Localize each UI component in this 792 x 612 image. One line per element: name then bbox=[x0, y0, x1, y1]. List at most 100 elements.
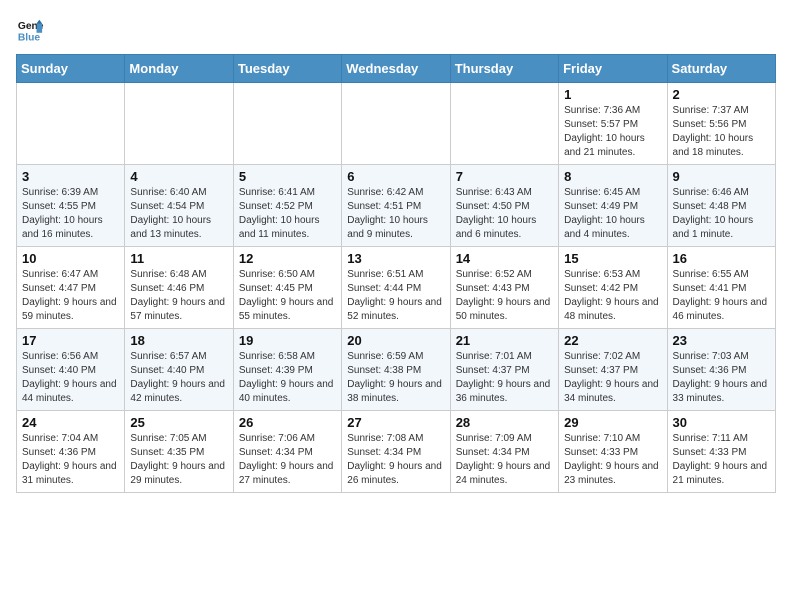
day-number: 7 bbox=[456, 169, 553, 184]
calendar-cell: 27Sunrise: 7:08 AM Sunset: 4:34 PM Dayli… bbox=[342, 411, 450, 493]
day-number: 21 bbox=[456, 333, 553, 348]
calendar-cell: 18Sunrise: 6:57 AM Sunset: 4:40 PM Dayli… bbox=[125, 329, 233, 411]
calendar-cell: 9 Sunrise: 6:46 AM Sunset: 4:48 PM Daylig… bbox=[667, 165, 775, 247]
calendar-cell bbox=[233, 83, 341, 165]
calendar-week-1: 1 Sunrise: 7:36 AM Sunset: 5:57 PM Daylig… bbox=[17, 83, 776, 165]
day-info: Sunrise: 6:45 AM Sunset: 4:49 PM Dayligh… bbox=[564, 186, 661, 242]
calendar-week-4: 17 Sunrise: 6:56 AM Sunset: 4:40 PM Dayli… bbox=[17, 329, 776, 411]
calendar-cell: 1 Sunrise: 7:36 AM Sunset: 5:57 PM Daylig… bbox=[559, 83, 667, 165]
day-number: 3 bbox=[22, 169, 119, 184]
calendar-cell: 3 Sunrise: 6:39 AM Sunset: 4:55 PM Daylig… bbox=[17, 165, 125, 247]
calendar-cell: 21Sunrise: 7:01 AM Sunset: 4:37 PM Dayli… bbox=[450, 329, 558, 411]
calendar-week-5: 24 Sunrise: 7:04 AM Sunset: 4:36 PM Dayli… bbox=[17, 411, 776, 493]
calendar-cell: 5 Sunrise: 6:41 AM Sunset: 4:52 PM Daylig… bbox=[233, 165, 341, 247]
calendar-cell bbox=[450, 83, 558, 165]
day-info: Sunrise: 7:36 AM Sunset: 5:57 PM Dayligh… bbox=[564, 104, 661, 160]
day-info: Sunrise: 6:56 AM Sunset: 4:40 PM Dayligh… bbox=[22, 350, 119, 406]
day-number: 1 bbox=[564, 87, 661, 102]
calendar-cell: 7 Sunrise: 6:43 AM Sunset: 4:50 PM Daylig… bbox=[450, 165, 558, 247]
day-info: Sunrise: 6:43 AM Sunset: 4:50 PM Dayligh… bbox=[456, 186, 553, 242]
calendar-cell: 30Sunrise: 7:11 AM Sunset: 4:33 PM Dayli… bbox=[667, 411, 775, 493]
day-number: 13 bbox=[347, 251, 444, 266]
day-number: 17 bbox=[22, 333, 119, 348]
calendar-cell: 29Sunrise: 7:10 AM Sunset: 4:33 PM Dayli… bbox=[559, 411, 667, 493]
calendar-cell: 24 Sunrise: 7:04 AM Sunset: 4:36 PM Dayli… bbox=[17, 411, 125, 493]
day-number: 11 bbox=[130, 251, 227, 266]
header-saturday: Saturday bbox=[667, 55, 775, 83]
day-info: Sunrise: 7:37 AM Sunset: 5:56 PM Dayligh… bbox=[673, 104, 770, 160]
header-thursday: Thursday bbox=[450, 55, 558, 83]
calendar-cell bbox=[342, 83, 450, 165]
day-info: Sunrise: 7:04 AM Sunset: 4:36 PM Dayligh… bbox=[22, 432, 119, 488]
day-number: 24 bbox=[22, 415, 119, 430]
day-number: 10 bbox=[22, 251, 119, 266]
day-info: Sunrise: 7:06 AM Sunset: 4:34 PM Dayligh… bbox=[239, 432, 336, 488]
calendar-cell: 25 Sunrise: 7:05 AM Sunset: 4:35 PM Dayli… bbox=[125, 411, 233, 493]
day-number: 5 bbox=[239, 169, 336, 184]
day-number: 23 bbox=[673, 333, 770, 348]
day-info: Sunrise: 6:47 AM Sunset: 4:47 PM Dayligh… bbox=[22, 268, 119, 324]
day-number: 14 bbox=[456, 251, 553, 266]
calendar-cell: 17 Sunrise: 6:56 AM Sunset: 4:40 PM Dayli… bbox=[17, 329, 125, 411]
header-sunday: Sunday bbox=[17, 55, 125, 83]
day-number: 4 bbox=[130, 169, 227, 184]
calendar-cell: 8 Sunrise: 6:45 AM Sunset: 4:49 PM Daylig… bbox=[559, 165, 667, 247]
calendar-cell bbox=[125, 83, 233, 165]
day-info: Sunrise: 6:55 AM Sunset: 4:41 PM Dayligh… bbox=[673, 268, 770, 324]
day-info: Sunrise: 6:40 AM Sunset: 4:54 PM Dayligh… bbox=[130, 186, 227, 242]
calendar-cell: 13Sunrise: 6:51 AM Sunset: 4:44 PM Dayli… bbox=[342, 247, 450, 329]
day-number: 6 bbox=[347, 169, 444, 184]
day-info: Sunrise: 6:58 AM Sunset: 4:39 PM Dayligh… bbox=[239, 350, 336, 406]
day-info: Sunrise: 6:50 AM Sunset: 4:45 PM Dayligh… bbox=[239, 268, 336, 324]
calendar-cell: 6 Sunrise: 6:42 AM Sunset: 4:51 PM Daylig… bbox=[342, 165, 450, 247]
day-number: 26 bbox=[239, 415, 336, 430]
day-info: Sunrise: 6:41 AM Sunset: 4:52 PM Dayligh… bbox=[239, 186, 336, 242]
day-info: Sunrise: 6:48 AM Sunset: 4:46 PM Dayligh… bbox=[130, 268, 227, 324]
day-info: Sunrise: 7:05 AM Sunset: 4:35 PM Dayligh… bbox=[130, 432, 227, 488]
day-number: 16 bbox=[673, 251, 770, 266]
logo-icon: General Blue bbox=[16, 16, 44, 44]
calendar-cell bbox=[17, 83, 125, 165]
day-info: Sunrise: 6:46 AM Sunset: 4:48 PM Dayligh… bbox=[673, 186, 770, 242]
day-number: 22 bbox=[564, 333, 661, 348]
calendar-cell: 14Sunrise: 6:52 AM Sunset: 4:43 PM Dayli… bbox=[450, 247, 558, 329]
calendar-week-3: 10 Sunrise: 6:47 AM Sunset: 4:47 PM Dayli… bbox=[17, 247, 776, 329]
day-info: Sunrise: 7:10 AM Sunset: 4:33 PM Dayligh… bbox=[564, 432, 661, 488]
calendar: SundayMondayTuesdayWednesdayThursdayFrid… bbox=[16, 54, 776, 493]
day-info: Sunrise: 6:57 AM Sunset: 4:40 PM Dayligh… bbox=[130, 350, 227, 406]
calendar-cell: 26 Sunrise: 7:06 AM Sunset: 4:34 PM Dayli… bbox=[233, 411, 341, 493]
day-number: 19 bbox=[239, 333, 336, 348]
calendar-cell: 12 Sunrise: 6:50 AM Sunset: 4:45 PM Dayli… bbox=[233, 247, 341, 329]
day-number: 20 bbox=[347, 333, 444, 348]
calendar-header-row: SundayMondayTuesdayWednesdayThursdayFrid… bbox=[17, 55, 776, 83]
day-number: 8 bbox=[564, 169, 661, 184]
day-number: 28 bbox=[456, 415, 553, 430]
calendar-cell: 23 Sunrise: 7:03 AM Sunset: 4:36 PM Dayli… bbox=[667, 329, 775, 411]
calendar-cell: 11 Sunrise: 6:48 AM Sunset: 4:46 PM Dayli… bbox=[125, 247, 233, 329]
day-info: Sunrise: 6:42 AM Sunset: 4:51 PM Dayligh… bbox=[347, 186, 444, 242]
day-number: 12 bbox=[239, 251, 336, 266]
calendar-week-2: 3 Sunrise: 6:39 AM Sunset: 4:55 PM Daylig… bbox=[17, 165, 776, 247]
day-info: Sunrise: 6:39 AM Sunset: 4:55 PM Dayligh… bbox=[22, 186, 119, 242]
calendar-cell: 10 Sunrise: 6:47 AM Sunset: 4:47 PM Dayli… bbox=[17, 247, 125, 329]
header-monday: Monday bbox=[125, 55, 233, 83]
header-friday: Friday bbox=[559, 55, 667, 83]
logo: General Blue bbox=[16, 16, 48, 44]
calendar-cell: 16 Sunrise: 6:55 AM Sunset: 4:41 PM Dayli… bbox=[667, 247, 775, 329]
day-info: Sunrise: 7:09 AM Sunset: 4:34 PM Dayligh… bbox=[456, 432, 553, 488]
day-number: 9 bbox=[673, 169, 770, 184]
day-info: Sunrise: 7:02 AM Sunset: 4:37 PM Dayligh… bbox=[564, 350, 661, 406]
calendar-cell: 19 Sunrise: 6:58 AM Sunset: 4:39 PM Dayli… bbox=[233, 329, 341, 411]
calendar-cell: 2 Sunrise: 7:37 AM Sunset: 5:56 PM Daylig… bbox=[667, 83, 775, 165]
calendar-cell: 4 Sunrise: 6:40 AM Sunset: 4:54 PM Daylig… bbox=[125, 165, 233, 247]
calendar-cell: 28 Sunrise: 7:09 AM Sunset: 4:34 PM Dayli… bbox=[450, 411, 558, 493]
calendar-cell: 22 Sunrise: 7:02 AM Sunset: 4:37 PM Dayli… bbox=[559, 329, 667, 411]
day-info: Sunrise: 7:11 AM Sunset: 4:33 PM Dayligh… bbox=[673, 432, 770, 488]
day-info: Sunrise: 6:59 AM Sunset: 4:38 PM Dayligh… bbox=[347, 350, 444, 406]
calendar-cell: 15Sunrise: 6:53 AM Sunset: 4:42 PM Dayli… bbox=[559, 247, 667, 329]
svg-text:Blue: Blue bbox=[18, 32, 41, 43]
day-number: 2 bbox=[673, 87, 770, 102]
day-number: 27 bbox=[347, 415, 444, 430]
day-info: Sunrise: 7:03 AM Sunset: 4:36 PM Dayligh… bbox=[673, 350, 770, 406]
day-number: 25 bbox=[130, 415, 227, 430]
